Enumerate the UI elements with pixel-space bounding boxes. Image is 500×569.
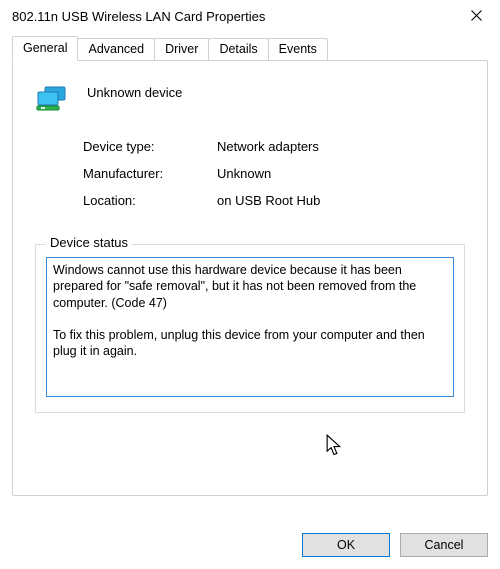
- cancel-button[interactable]: Cancel: [400, 533, 488, 557]
- window-title: 802.11n USB Wireless LAN Card Properties: [12, 9, 265, 24]
- titlebar: 802.11n USB Wireless LAN Card Properties: [0, 0, 500, 32]
- tab-driver[interactable]: Driver: [154, 38, 209, 61]
- ok-button-label: OK: [337, 538, 355, 552]
- ok-button[interactable]: OK: [302, 533, 390, 557]
- tab-general[interactable]: General: [12, 36, 78, 61]
- location-label: Location:: [83, 193, 213, 208]
- device-status-legend: Device status: [46, 235, 132, 250]
- close-icon: [471, 9, 482, 24]
- tab-events[interactable]: Events: [268, 38, 328, 61]
- device-type-value: Network adapters: [217, 139, 465, 154]
- close-button[interactable]: [460, 0, 492, 32]
- tabpanel-general: Unknown device Device type: Network adap…: [12, 60, 488, 496]
- device-type-label: Device type:: [83, 139, 213, 154]
- device-name: Unknown device: [87, 81, 182, 100]
- tab-advanced[interactable]: Advanced: [77, 38, 155, 61]
- tab-details-label: Details: [219, 42, 257, 56]
- device-header: Unknown device: [35, 81, 465, 115]
- tab-advanced-label: Advanced: [88, 42, 144, 56]
- tab-general-label: General: [23, 41, 67, 55]
- device-status-group: Device status: [35, 244, 465, 413]
- tab-bar: General Advanced Driver Details Events: [12, 38, 488, 61]
- manufacturer-value: Unknown: [217, 166, 465, 181]
- location-value: on USB Root Hub: [217, 193, 465, 208]
- dialog-buttons: OK Cancel: [302, 533, 488, 557]
- device-info-grid: Device type: Network adapters Manufactur…: [83, 139, 465, 208]
- tab-details[interactable]: Details: [208, 38, 268, 61]
- cancel-button-label: Cancel: [425, 538, 464, 552]
- monitor-icon: [35, 83, 71, 115]
- dialog-body: General Advanced Driver Details Events U…: [0, 32, 500, 508]
- tab-driver-label: Driver: [165, 42, 198, 56]
- tab-events-label: Events: [279, 42, 317, 56]
- manufacturer-label: Manufacturer:: [83, 166, 213, 181]
- device-status-text[interactable]: [46, 257, 454, 397]
